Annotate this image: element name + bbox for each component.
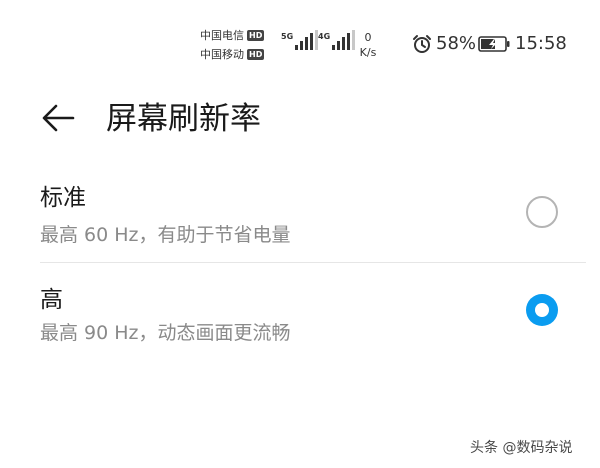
network-speed-unit: K/s [359,46,377,59]
divider [40,262,586,263]
radio-dot [535,303,549,317]
status-bar: 中国电信 HD 中国移动 HD 5G 4G 0 K/s 58% 15:58 [0,0,600,72]
option-subtitle: 最高 60 Hz，有助于节省电量 [40,224,291,246]
carrier-line: 中国移动 HD [200,45,280,64]
hd-badge: HD [247,30,265,41]
option-high[interactable]: 高 最高 90 Hz，动态画面更流畅 [0,272,600,362]
radio-standard[interactable] [526,196,558,228]
signal-4g: 4G [318,30,357,50]
battery-percent: 58% [436,33,477,54]
network-type: 4G [318,32,331,41]
option-standard[interactable]: 标准 最高 60 Hz，有助于节省电量 [0,170,600,260]
carrier-line: 中国电信 HD [200,26,280,45]
carrier-info: 中国电信 HD 中国移动 HD [200,26,280,64]
clock-time: 15:58 [515,33,567,54]
carrier-name: 中国电信 [200,29,244,42]
hd-badge: HD [247,49,265,60]
signal-5g: 5G [281,30,320,50]
network-speed-value: 0 [364,31,372,44]
arrow-left-icon [41,103,75,137]
watermark: 头条 @数码杂说 [470,440,573,456]
alarm-clock-icon [412,34,432,58]
option-title: 高 [40,287,63,313]
option-title: 标准 [40,185,86,211]
back-button[interactable] [36,98,80,142]
option-subtitle: 最高 90 Hz，动态画面更流畅 [40,322,291,344]
page-title: 屏幕刷新率 [106,101,261,137]
network-speed: 0 K/s [353,30,383,60]
network-type: 5G [281,32,294,41]
radio-high[interactable] [526,294,558,326]
battery-charging-icon [478,36,510,56]
carrier-name: 中国移动 [200,48,244,61]
signal-bars-icon [295,30,320,50]
